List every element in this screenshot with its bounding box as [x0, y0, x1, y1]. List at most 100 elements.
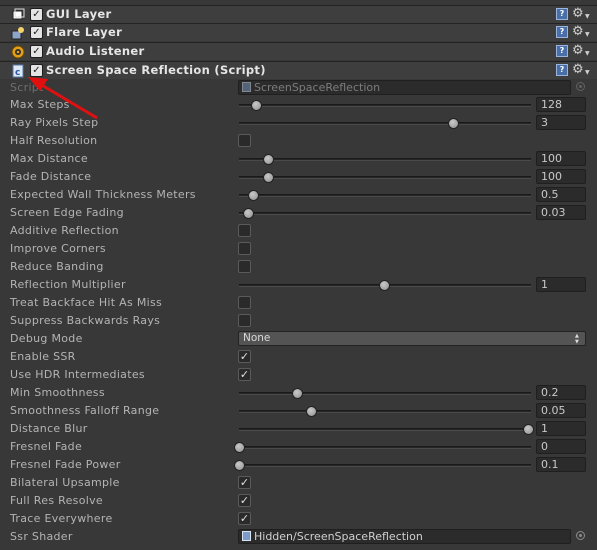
smoothness-falloff-range-value-field[interactable]: 0.05: [536, 403, 586, 418]
fresnel-fade-slider-handle[interactable]: [234, 442, 245, 453]
gui-layer-icon: [11, 8, 25, 22]
ray-pixels-step-slider-track[interactable]: [239, 122, 531, 125]
max-steps-slider-track[interactable]: [239, 104, 531, 107]
script-row: Script ScreenSpaceReflection: [0, 79, 597, 97]
gear-icon[interactable]: ⚙ ▼: [572, 6, 590, 21]
bilateral-upsample-checkbox[interactable]: ✓: [238, 476, 251, 489]
screen-edge-fading-slider-track[interactable]: [239, 212, 531, 215]
audio-listener-icon: [11, 45, 25, 59]
suppress-backwards-rays-label: Suppress Backwards Rays: [10, 314, 161, 327]
property-row: Max Steps 128: [0, 96, 597, 114]
max-distance-value-field[interactable]: 100: [536, 151, 586, 166]
gui-layer-header[interactable]: ✓ GUI Layer? ⚙ ▼: [0, 5, 597, 23]
script-value: ScreenSpaceReflection: [254, 81, 381, 94]
script-asset-icon: [242, 82, 251, 92]
audio-listener-header[interactable]: ✓ Audio Listener? ⚙ ▼: [0, 42, 597, 60]
max-steps-slider-handle[interactable]: [251, 100, 263, 111]
ssr-script-enabled-checkbox[interactable]: ✓: [30, 64, 43, 77]
property-row: Additive Reflection: [0, 222, 597, 240]
fresnel-fade-power-slider-track[interactable]: [239, 464, 531, 467]
ray-pixels-step-slider-handle[interactable]: [447, 118, 459, 129]
script-label: Script: [10, 81, 44, 94]
trace-everywhere-label: Trace Everywhere: [10, 512, 113, 525]
fresnel-fade-value-field[interactable]: 0: [536, 439, 586, 454]
enable-ssr-checkbox[interactable]: ✓: [238, 350, 251, 363]
fade-distance-slider-handle[interactable]: [262, 172, 274, 183]
half-resolution-label: Half Resolution: [10, 134, 98, 147]
expected-wall-thickness-meters-slider-handle[interactable]: [248, 190, 260, 201]
fresnel-fade-power-value-field[interactable]: 0.1: [536, 457, 586, 472]
fresnel-fade-slider-track[interactable]: [239, 446, 531, 449]
half-resolution-checkbox[interactable]: [238, 134, 251, 147]
property-row: Ssr Shader Hidden/ScreenSpaceReflection: [0, 528, 597, 546]
expected-wall-thickness-meters-label: Expected Wall Thickness Meters: [10, 188, 196, 201]
improve-corners-checkbox[interactable]: [238, 242, 251, 255]
property-row: Use HDR Intermediates ✓: [0, 366, 597, 384]
flare-layer-enabled-checkbox[interactable]: ✓: [30, 26, 43, 39]
full-res-resolve-checkbox[interactable]: ✓: [238, 494, 251, 507]
script-icon: c: [11, 64, 25, 78]
distance-blur-slider-handle[interactable]: [523, 424, 534, 435]
help-icon[interactable]: ?: [556, 45, 568, 57]
smoothness-falloff-range-slider-track[interactable]: [239, 410, 531, 413]
fresnel-fade-power-label: Fresnel Fade Power: [10, 458, 121, 471]
reduce-banding-checkbox[interactable]: [238, 260, 251, 273]
property-row: Improve Corners: [0, 240, 597, 258]
use-hdr-intermediates-checkbox[interactable]: ✓: [238, 368, 251, 381]
suppress-backwards-rays-checkbox[interactable]: [238, 314, 251, 327]
additive-reflection-checkbox[interactable]: [238, 224, 251, 237]
min-smoothness-slider-track[interactable]: [239, 392, 531, 395]
distance-blur-slider-track[interactable]: [239, 428, 531, 431]
property-row: Ray Pixels Step 3: [0, 114, 597, 132]
min-smoothness-slider-handle[interactable]: [291, 388, 303, 399]
distance-blur-label: Distance Blur: [10, 422, 88, 435]
property-row: Bilateral Upsample ✓: [0, 474, 597, 492]
object-picker-icon[interactable]: [576, 531, 585, 540]
help-icon[interactable]: ?: [556, 64, 568, 76]
max-distance-slider-handle[interactable]: [262, 154, 274, 165]
reflection-multiplier-value-field[interactable]: 1: [536, 277, 586, 292]
smoothness-falloff-range-label: Smoothness Falloff Range: [10, 404, 160, 417]
help-icon[interactable]: ?: [556, 8, 568, 20]
reflection-multiplier-label: Reflection Multiplier: [10, 278, 126, 291]
smoothness-falloff-range-slider-handle[interactable]: [306, 406, 318, 417]
debug-mode-dropdown[interactable]: None ▲▼: [238, 331, 586, 346]
treat-backface-hit-as-miss-checkbox[interactable]: [238, 296, 251, 309]
ray-pixels-step-label: Ray Pixels Step: [10, 116, 99, 129]
property-row: Trace Everywhere ✓: [0, 510, 597, 528]
ray-pixels-step-value-field[interactable]: 3: [536, 115, 586, 130]
expected-wall-thickness-meters-value-field[interactable]: 0.5: [536, 187, 586, 202]
help-icon[interactable]: ?: [556, 26, 568, 38]
debug-mode-dropdown-value: None: [243, 332, 271, 344]
property-row: Min Smoothness 0.2: [0, 384, 597, 402]
screen-edge-fading-label: Screen Edge Fading: [10, 206, 124, 219]
screen-edge-fading-value-field[interactable]: 0.03: [536, 205, 586, 220]
improve-corners-label: Improve Corners: [10, 242, 106, 255]
gear-icon[interactable]: ⚙ ▼: [572, 43, 590, 58]
trace-everywhere-checkbox[interactable]: ✓: [238, 512, 251, 525]
ssr-shader-object-field[interactable]: Hidden/ScreenSpaceReflection: [238, 529, 571, 544]
property-row: Reflection Multiplier 1: [0, 276, 597, 294]
fade-distance-value-field[interactable]: 100: [536, 169, 586, 184]
shader-asset-icon: [242, 531, 251, 541]
distance-blur-value-field[interactable]: 1: [536, 421, 586, 436]
reflection-multiplier-slider-handle[interactable]: [378, 280, 390, 291]
max-steps-value-field[interactable]: 128: [536, 97, 586, 112]
audio-listener-enabled-checkbox[interactable]: ✓: [30, 45, 43, 58]
audio-listener-title: Audio Listener: [46, 44, 145, 58]
min-smoothness-value-field[interactable]: 0.2: [536, 385, 586, 400]
fresnel-fade-power-slider-handle[interactable]: [234, 460, 245, 471]
gear-icon[interactable]: ⚙ ▼: [572, 24, 590, 39]
screen-edge-fading-slider-handle[interactable]: [242, 208, 254, 219]
ssr-script-header[interactable]: c ✓ Screen Space Reflection (Script)? ⚙ ▼: [0, 61, 597, 79]
debug-mode-label: Debug Mode: [10, 332, 83, 345]
fade-distance-slider-track[interactable]: [239, 176, 531, 179]
flare-layer-header[interactable]: ✓ Flare Layer? ⚙ ▼: [0, 23, 597, 41]
dropdown-arrows-icon: ▲▼: [575, 333, 579, 345]
max-distance-slider-track[interactable]: [239, 158, 531, 161]
property-row: Half Resolution: [0, 132, 597, 150]
gui-layer-enabled-checkbox[interactable]: ✓: [30, 8, 43, 21]
reduce-banding-label: Reduce Banding: [10, 260, 104, 273]
gear-icon[interactable]: ⚙ ▼: [572, 62, 590, 77]
expected-wall-thickness-meters-slider-track[interactable]: [239, 194, 531, 197]
